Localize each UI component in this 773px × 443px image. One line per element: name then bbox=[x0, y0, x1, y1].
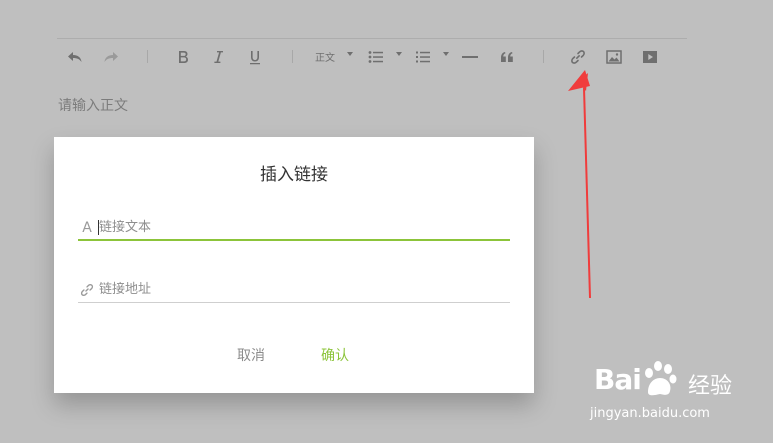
link-url-input[interactable] bbox=[99, 277, 504, 301]
baidu-jingyan-watermark: Bai 经验 jingyan.baidu.com bbox=[590, 356, 770, 436]
text-cursor bbox=[98, 220, 99, 235]
field-underline bbox=[78, 239, 510, 241]
watermark-suffix: 经验 bbox=[688, 374, 733, 399]
watermark-url: jingyan.baidu.com bbox=[590, 406, 710, 421]
dialog-title: 插入链接 bbox=[260, 165, 328, 185]
link-icon bbox=[78, 281, 96, 299]
text-icon: A bbox=[82, 220, 92, 236]
link-text-input[interactable] bbox=[99, 215, 504, 239]
link-url-field[interactable] bbox=[78, 277, 510, 303]
confirm-button[interactable]: 确认 bbox=[321, 345, 349, 365]
cancel-button[interactable]: 取消 bbox=[237, 345, 265, 365]
insert-link-dialog: 插入链接 A 取消 确认 bbox=[54, 137, 534, 393]
field-underline bbox=[78, 302, 510, 303]
link-text-field[interactable]: A bbox=[78, 215, 510, 241]
watermark-brand: Bai bbox=[594, 363, 642, 396]
paw-logo-icon bbox=[645, 361, 677, 396]
